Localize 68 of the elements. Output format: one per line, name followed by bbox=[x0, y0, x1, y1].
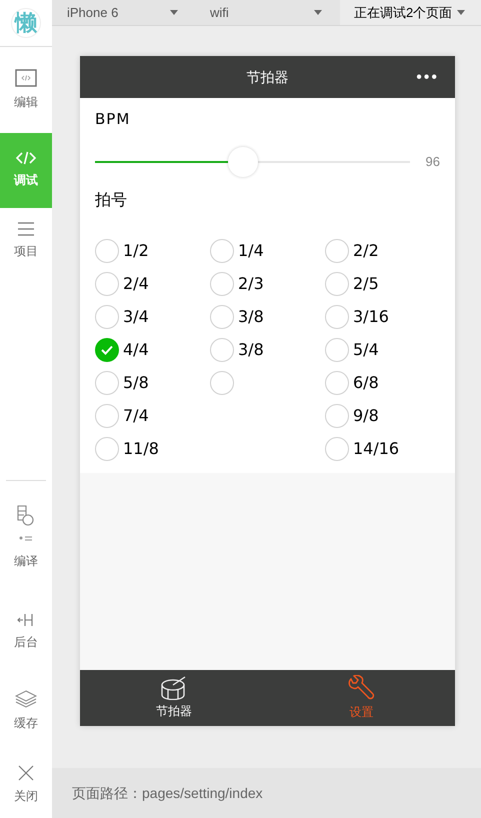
network-dropdown[interactable]: wifi bbox=[190, 0, 340, 25]
radio-button[interactable] bbox=[95, 338, 119, 362]
radio-button[interactable] bbox=[95, 370, 119, 394]
radio-button[interactable] bbox=[325, 338, 349, 362]
menu-icon bbox=[17, 222, 35, 236]
radio-button[interactable] bbox=[210, 370, 234, 394]
sidebar-item[interactable]: 缓存 bbox=[0, 670, 52, 752]
section-title: 拍号 bbox=[95, 190, 128, 210]
radio-button[interactable] bbox=[210, 238, 234, 262]
caret-icon bbox=[170, 10, 178, 15]
radio-button[interactable] bbox=[325, 272, 349, 296]
radio-button[interactable] bbox=[210, 338, 234, 362]
app-logo: 懒 bbox=[11, 8, 41, 38]
bpm-label: BPM bbox=[95, 109, 132, 130]
radio-button[interactable] bbox=[95, 238, 119, 262]
option-label: 3/16 bbox=[353, 306, 389, 328]
option-label: 2/2 bbox=[353, 240, 379, 262]
option-label: 1/4 bbox=[238, 240, 264, 262]
tab-item[interactable]: 节拍器 bbox=[80, 670, 268, 726]
sidebar-item[interactable]: 编辑 bbox=[0, 46, 52, 133]
slider-thumb[interactable] bbox=[228, 146, 258, 176]
option-label: 2/3 bbox=[238, 272, 264, 294]
radio-button[interactable] bbox=[95, 404, 119, 428]
option-label: 14/16 bbox=[353, 438, 400, 460]
more-button[interactable]: ••• bbox=[416, 66, 439, 90]
bpm-value: 96 bbox=[426, 152, 440, 171]
split-icon bbox=[17, 612, 35, 627]
option-label: 6/8 bbox=[353, 372, 379, 394]
option-label: 11/8 bbox=[123, 438, 159, 460]
option-label: 5/8 bbox=[123, 372, 149, 394]
sidebar-item[interactable]: 后台 bbox=[0, 593, 52, 670]
tab-item[interactable]: 设置 bbox=[268, 670, 455, 726]
pages-dropdown[interactable]: 正在调试2个页面 bbox=[340, 0, 481, 25]
caret-icon bbox=[457, 10, 465, 15]
sidebar-item[interactable]: 项目 bbox=[0, 208, 52, 274]
option-label: 3/8 bbox=[238, 306, 264, 328]
radio-button[interactable] bbox=[95, 436, 119, 460]
radio-button[interactable] bbox=[325, 404, 349, 428]
radio-button[interactable] bbox=[95, 304, 119, 328]
option-label: 7/4 bbox=[123, 404, 149, 426]
radio-button[interactable] bbox=[325, 304, 349, 328]
device-dropdown[interactable]: iPhone 6 bbox=[52, 0, 190, 25]
code-window-icon bbox=[15, 68, 37, 87]
option-label: 1/2 bbox=[123, 240, 149, 262]
check-icon bbox=[101, 344, 113, 354]
drum-icon bbox=[160, 676, 188, 700]
radio-button[interactable] bbox=[210, 272, 234, 296]
option-label: 2/5 bbox=[353, 272, 379, 294]
radio-button[interactable] bbox=[325, 436, 349, 460]
radio-button[interactable] bbox=[95, 272, 119, 296]
code-icon bbox=[15, 151, 37, 166]
page-title: 节拍器 bbox=[246, 68, 288, 86]
wrench-icon bbox=[347, 675, 376, 701]
sidebar-item[interactable]: 关闭 bbox=[0, 752, 52, 818]
close-icon bbox=[18, 765, 34, 782]
option-label: 4/4 bbox=[123, 338, 149, 360]
radio-button[interactable] bbox=[325, 370, 349, 394]
layers-icon bbox=[15, 690, 37, 708]
option-label: 3/4 bbox=[123, 306, 149, 328]
caret-icon bbox=[314, 10, 322, 15]
sidebar-item[interactable]: 编译 bbox=[0, 481, 52, 594]
option-label: 9/8 bbox=[353, 404, 379, 426]
option-label: 5/4 bbox=[353, 338, 379, 360]
page-path: 页面路径：pages/setting/index bbox=[72, 784, 263, 803]
option-label: 3/8 bbox=[238, 338, 264, 360]
radio-button[interactable] bbox=[325, 238, 349, 262]
radio-button[interactable] bbox=[210, 304, 234, 328]
option-label: 2/4 bbox=[123, 272, 149, 294]
